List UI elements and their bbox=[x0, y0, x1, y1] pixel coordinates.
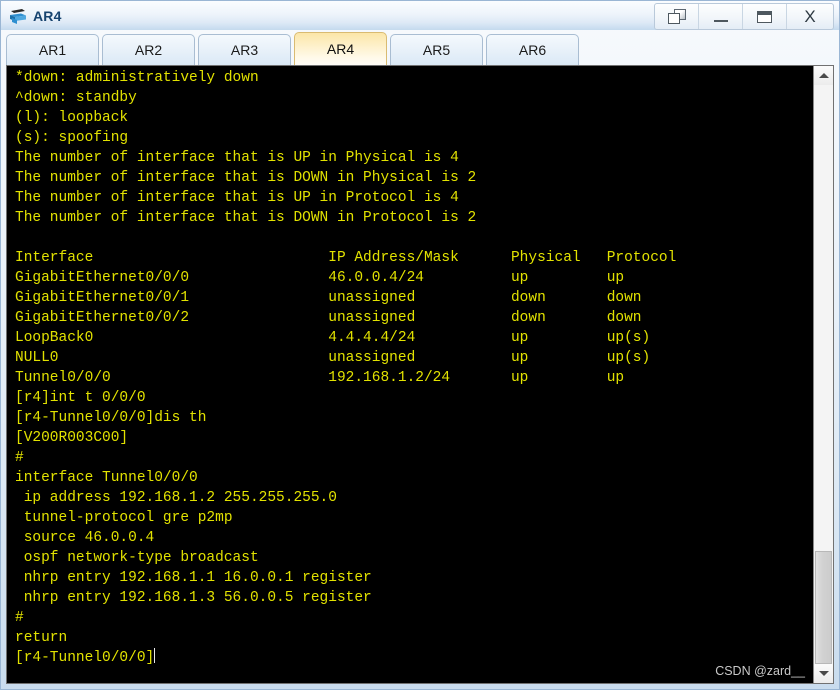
tab-label: AR2 bbox=[134, 42, 163, 58]
terminal-line: GigabitEthernet0/0/0 46.0.0.4/24 up up bbox=[15, 270, 625, 286]
scroll-down-button[interactable] bbox=[814, 664, 833, 683]
tab-ar1[interactable]: AR1 bbox=[6, 34, 99, 65]
terminal-line: *down: administratively down bbox=[15, 70, 259, 86]
tab-ar6[interactable]: AR6 bbox=[486, 34, 579, 65]
terminal-line: ospf network-type broadcast bbox=[15, 550, 259, 566]
terminal-line: The number of interface that is DOWN in … bbox=[15, 210, 477, 226]
tab-label: AR1 bbox=[38, 42, 67, 58]
terminal-line: tunnel-protocol gre p2mp bbox=[15, 510, 233, 526]
terminal-line: nhrp entry 192.168.1.1 16.0.0.1 register bbox=[15, 570, 372, 586]
terminal-line: Interface IP Address/Mask Physical Proto… bbox=[15, 250, 677, 266]
terminal-line: return bbox=[15, 630, 68, 646]
scrollbar-thumb[interactable] bbox=[815, 551, 832, 664]
terminal-line: LoopBack0 4.4.4.4/24 up up(s) bbox=[15, 330, 651, 346]
terminal-line: (l): loopback bbox=[15, 110, 129, 126]
scroll-down-icon bbox=[818, 671, 829, 676]
restore-icon bbox=[667, 9, 686, 24]
window-title: AR4 bbox=[33, 7, 62, 24]
close-button[interactable]: X bbox=[787, 4, 833, 29]
scroll-up-button[interactable] bbox=[814, 66, 833, 85]
scrollbar-track[interactable] bbox=[814, 85, 833, 664]
tab-ar4[interactable]: AR4 bbox=[294, 32, 387, 65]
tab-ar3[interactable]: AR3 bbox=[198, 34, 291, 65]
minimize-icon bbox=[713, 19, 728, 22]
close-icon: X bbox=[804, 7, 816, 26]
terminal-line: source 46.0.0.4 bbox=[15, 530, 155, 546]
router-cli-window: AR4 X AR1 AR2 AR3 AR4 AR5 AR6 *down: adm… bbox=[0, 0, 840, 690]
router-icon bbox=[8, 6, 28, 25]
terminal-line: nhrp entry 192.168.1.3 56.0.0.5 register bbox=[15, 590, 372, 606]
minimize-button[interactable] bbox=[699, 4, 743, 29]
maximize-button[interactable] bbox=[743, 4, 787, 29]
terminal-frame: *down: administratively down ^down: stand… bbox=[6, 65, 834, 684]
terminal-output[interactable]: *down: administratively down ^down: stand… bbox=[7, 66, 813, 683]
terminal-line: [r4]int t 0/0/0 bbox=[15, 390, 146, 406]
terminal-prompt-line[interactable]: [r4-Tunnel0/0/0] bbox=[15, 648, 813, 668]
terminal-line: GigabitEthernet0/0/2 unassigned down dow… bbox=[15, 310, 642, 326]
text-cursor bbox=[154, 648, 156, 663]
window-controls: X bbox=[654, 3, 834, 30]
terminal-scrollbar[interactable] bbox=[813, 66, 833, 683]
terminal-line: [V200R003C00] bbox=[15, 430, 129, 446]
terminal-line: (s): spoofing bbox=[15, 130, 129, 146]
device-tab-bar: AR1 AR2 AR3 AR4 AR5 AR6 bbox=[1, 30, 839, 65]
terminal-prompt: [r4-Tunnel0/0/0] bbox=[15, 650, 155, 666]
terminal-line: The number of interface that is UP in Pr… bbox=[15, 190, 459, 206]
terminal-line: GigabitEthernet0/0/1 unassigned down dow… bbox=[15, 290, 642, 306]
tab-ar2[interactable]: AR2 bbox=[102, 34, 195, 65]
restore-button[interactable] bbox=[655, 4, 699, 29]
terminal-line: The number of interface that is DOWN in … bbox=[15, 170, 477, 186]
terminal-line: interface Tunnel0/0/0 bbox=[15, 470, 198, 486]
terminal-line: # bbox=[15, 450, 24, 466]
tab-label: AR4 bbox=[326, 41, 355, 57]
terminal-line: ip address 192.168.1.2 255.255.255.0 bbox=[15, 490, 337, 506]
terminal-line: ^down: standby bbox=[15, 90, 137, 106]
watermark: CSDN @zard__ bbox=[715, 664, 805, 678]
terminal-line: NULL0 unassigned up up(s) bbox=[15, 350, 651, 366]
tab-ar5[interactable]: AR5 bbox=[390, 34, 483, 65]
tab-label: AR5 bbox=[422, 42, 451, 58]
title-bar: AR4 X bbox=[1, 1, 839, 30]
maximize-icon bbox=[757, 10, 772, 23]
tab-label: AR6 bbox=[518, 42, 547, 58]
terminal-line: Tunnel0/0/0 192.168.1.2/24 up up bbox=[15, 370, 625, 386]
terminal-line: # bbox=[15, 610, 24, 626]
scroll-up-icon bbox=[818, 73, 829, 78]
tab-label: AR3 bbox=[230, 42, 259, 58]
terminal-line: [r4-Tunnel0/0/0]dis th bbox=[15, 410, 207, 426]
terminal-line: The number of interface that is UP in Ph… bbox=[15, 150, 459, 166]
